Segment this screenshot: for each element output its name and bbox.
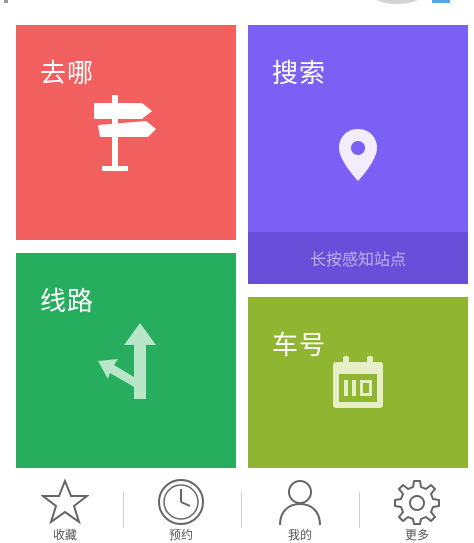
nav-label: 更多 (404, 528, 429, 542)
route-arrows-icon (98, 323, 156, 399)
header-avatar (372, 0, 422, 4)
tile-title: 搜索 (272, 59, 327, 89)
calendar-icon (333, 356, 383, 408)
bottom-nav: 收藏 预约 我的 更多 (0, 470, 474, 542)
tile-title: 线路 (40, 287, 95, 317)
star-icon (41, 478, 89, 525)
status-strip (0, 0, 474, 8)
tile-routes[interactable]: 线路 (16, 253, 236, 468)
status-indicator (4, 0, 8, 3)
tile-where-to[interactable]: 去哪 (16, 25, 236, 240)
nav-reservation[interactable]: 预约 (122, 470, 240, 542)
tile-title: 去哪 (40, 59, 95, 89)
tile-vehicle-number[interactable]: 车号 (248, 297, 468, 468)
header-mark (432, 0, 450, 3)
nav-label: 我的 (287, 528, 312, 542)
nav-profile[interactable]: 我的 (241, 470, 359, 542)
nav-label: 预约 (168, 528, 193, 542)
nav-favorites[interactable]: 收藏 (6, 470, 124, 542)
tile-title: 车号 (272, 331, 327, 361)
gear-icon (394, 480, 440, 525)
nav-more[interactable]: 更多 (358, 470, 474, 542)
clock-icon (158, 479, 204, 525)
user-icon (279, 480, 321, 526)
long-press-hint: 长按感知站点 (248, 232, 468, 284)
tile-search[interactable]: 搜索 长按感知站点 (248, 25, 468, 284)
signpost-icon (94, 95, 156, 171)
location-pin-icon (339, 129, 377, 181)
nav-label: 收藏 (52, 528, 77, 542)
